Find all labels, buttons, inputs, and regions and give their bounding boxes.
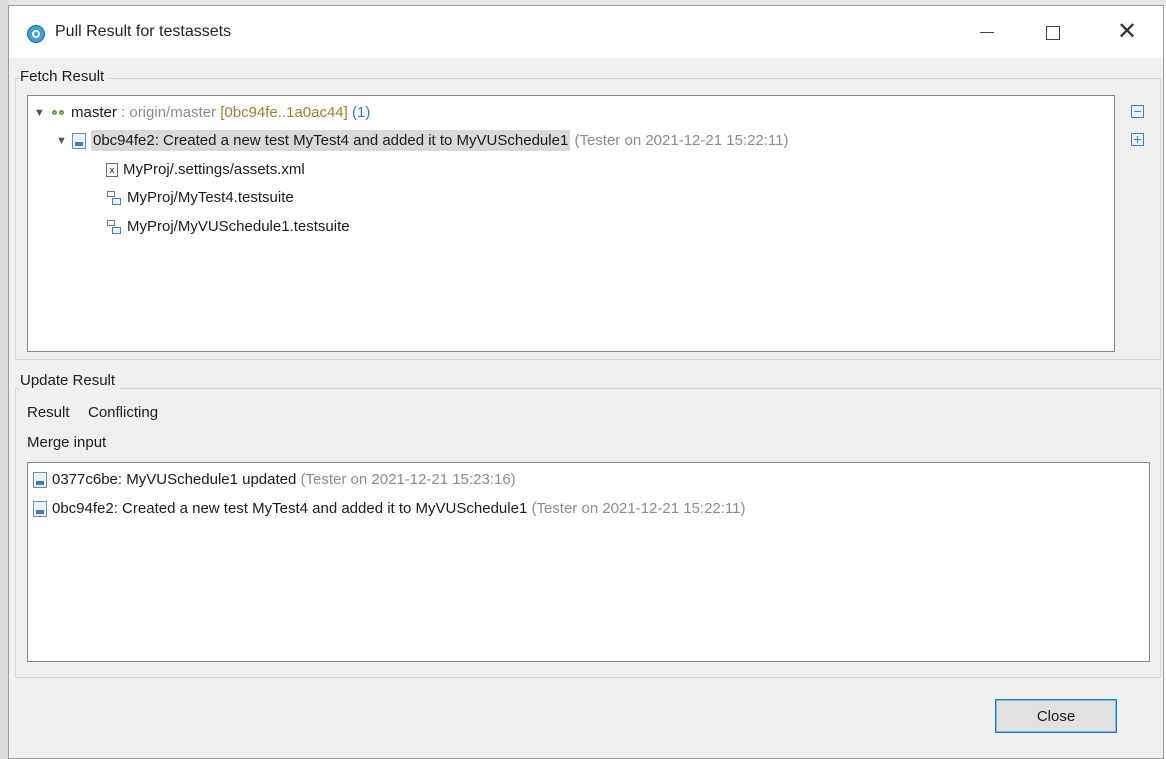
merge-commit-author: (Tester: [527, 500, 578, 517]
fetch-result-label: Fetch Result: [20, 68, 109, 85]
title-bar[interactable]: Pull Result for testassets ✕: [9, 6, 1163, 58]
tree-row-file[interactable]: x MyProj/.settings/assets.xml: [106, 158, 305, 182]
maximize-icon: [1046, 25, 1060, 40]
merge-commit-date: on 2021-12-21 15:22:11): [577, 500, 746, 517]
commit-icon: [72, 133, 86, 150]
collapse-all-icon[interactable]: [1131, 105, 1144, 118]
minimize-icon: [980, 32, 994, 34]
commit-author: (Tester: [570, 132, 621, 149]
commit-icon: [33, 472, 47, 489]
tree-row-file[interactable]: MyProj/MyTest4.testsuite: [106, 186, 294, 210]
branch-count: (1): [347, 104, 371, 121]
xml-file-icon: x: [106, 163, 118, 178]
branch-name: master: [71, 104, 117, 121]
branch-range: [0bc94fe..1a0ac44]: [216, 104, 348, 121]
merge-commit-message: 0bc94fe2: Created a new test MyTest4 and…: [52, 500, 528, 517]
list-item[interactable]: 0377c6be: MyVUSchedule1 updated (Tester …: [33, 468, 516, 492]
fetch-result-tree[interactable]: ▼ master : origin/master [0bc94fe..1a0ac…: [27, 95, 1115, 352]
expand-all-icon[interactable]: [1131, 133, 1144, 146]
list-item[interactable]: 0bc94fe2: Created a new test MyTest4 and…: [33, 497, 746, 521]
chevron-down-icon[interactable]: ▼: [34, 101, 45, 125]
commit-date: on 2021-12-21 15:22:11): [620, 132, 789, 149]
close-icon: ✕: [1116, 18, 1138, 45]
maximize-button[interactable]: [1030, 6, 1076, 58]
pull-result-dialog: Pull Result for testassets ✕ Fetch Resul…: [8, 5, 1164, 759]
close-window-button[interactable]: ✕: [1104, 6, 1150, 58]
file-name: MyProj/.settings/assets.xml: [123, 161, 305, 178]
branch-remote: : origin/master: [116, 104, 217, 121]
testsuite-icon: [106, 190, 122, 206]
merge-input-list[interactable]: 0377c6be: MyVUSchedule1 updated (Tester …: [27, 462, 1150, 662]
minimize-button[interactable]: [964, 6, 1010, 58]
window-title: Pull Result for testassets: [55, 23, 232, 40]
file-name: MyProj/MyVUSchedule1.testsuite: [127, 218, 350, 235]
app-icon: [27, 25, 45, 43]
background-window-edge: [0, 0, 8, 759]
commit-icon: [33, 501, 47, 518]
update-result-label: Update Result: [20, 372, 120, 389]
testsuite-icon: [106, 219, 122, 235]
commit-message: 0bc94fe2: Created a new test MyTest4 and…: [91, 130, 571, 151]
result-label: Result: [27, 404, 70, 421]
close-button[interactable]: Close: [995, 699, 1117, 733]
branch-icon: [50, 107, 66, 119]
file-name: MyProj/MyTest4.testsuite: [127, 189, 294, 206]
merge-input-label: Merge input: [27, 434, 107, 451]
merge-commit-author: (Tester: [296, 471, 347, 488]
merge-commit-message: 0377c6be: MyVUSchedule1 updated: [52, 471, 297, 488]
tree-row-file[interactable]: MyProj/MyVUSchedule1.testsuite: [106, 215, 350, 239]
merge-commit-date: on 2021-12-21 15:23:16): [346, 471, 516, 488]
result-value: Conflicting: [88, 404, 159, 421]
chevron-down-icon[interactable]: ▼: [56, 129, 67, 153]
